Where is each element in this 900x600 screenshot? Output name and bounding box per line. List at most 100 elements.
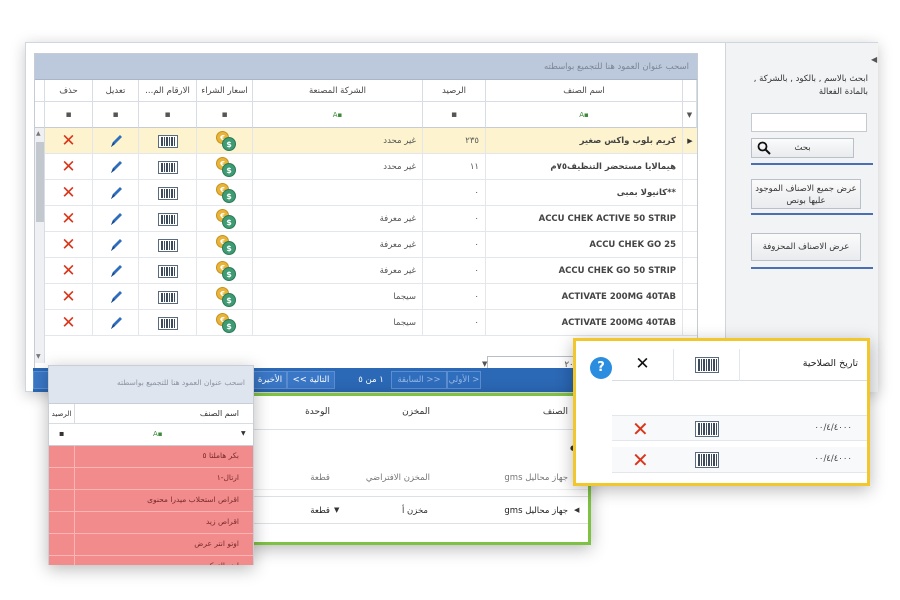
row-item[interactable]: جهاز محاليل gms	[468, 506, 568, 516]
table-row[interactable]: **كانيولا بمبى ٠ € $ ✕	[35, 180, 697, 206]
edit-pencil-icon[interactable]	[109, 211, 123, 227]
edit-pencil-icon[interactable]	[109, 237, 123, 253]
barcodes-cell[interactable]	[139, 128, 197, 154]
table-row[interactable]: ACTIVATE 200MG 40TAB ٠ سيجما € $ ✕	[35, 310, 697, 336]
barcode-icon[interactable]	[158, 317, 178, 330]
pager-last-button[interactable]: الأخيرة	[253, 371, 287, 389]
filter-buy-prices[interactable]: ▪	[197, 102, 253, 128]
edit-cell[interactable]	[93, 206, 139, 232]
delete-icon[interactable]: ✕	[45, 310, 93, 336]
group-by-panel[interactable]: اسحب عنوان العمود هنا للتجميع بواسطته	[35, 54, 697, 80]
pager-next-button[interactable]: التالية >>	[287, 371, 335, 389]
search-input[interactable]	[751, 113, 867, 132]
filter-delete[interactable]: ▪	[45, 102, 93, 128]
pink-filter-row[interactable]: ▪ A▪ ▼	[49, 424, 253, 446]
barcodes-cell[interactable]	[139, 284, 197, 310]
coins-icon[interactable]: € $	[216, 131, 236, 151]
filter-balance[interactable]: ▪	[423, 102, 486, 128]
delete-icon[interactable]: ✕	[45, 180, 93, 206]
edit-cell[interactable]	[93, 154, 139, 180]
col-header-name[interactable]: اسم الصنف	[486, 80, 683, 102]
filter-toggle-icon[interactable]: ▼	[683, 102, 697, 128]
edit-cell[interactable]	[93, 284, 139, 310]
edit-pencil-icon[interactable]	[109, 133, 123, 149]
coins-icon[interactable]: € $	[216, 261, 236, 281]
filter-company[interactable]: A▪	[253, 102, 423, 128]
table-row[interactable]: ACCU CHEK ACTIVE 50 STRIP ٠ غير معرفة € $ ✕	[35, 206, 697, 232]
collapse-panel-icon[interactable]: ◀	[871, 55, 877, 64]
buy-prices-cell[interactable]: € $	[197, 128, 253, 154]
barcode-icon[interactable]	[158, 291, 178, 304]
table-row[interactable]: هيمالايا مستحضر التنظيف٧٥م ١١ غير محدد € $ ✕	[35, 154, 697, 180]
item-name[interactable]: ACCU CHEK GO 50 STRIP	[486, 258, 683, 284]
edit-pencil-icon[interactable]	[109, 159, 123, 175]
row-unit[interactable]: قطعة	[280, 506, 330, 516]
scrollbar-thumb[interactable]	[36, 142, 44, 222]
col-header-balance[interactable]: الرصيد	[49, 404, 75, 424]
item-name[interactable]: اونو التمكين	[79, 561, 239, 565]
barcodes-cell[interactable]	[139, 180, 197, 206]
filter-barcodes[interactable]: ▪	[139, 102, 197, 128]
show-deleted-items-button[interactable]: عرض الاصناف المحزوفة	[751, 233, 861, 261]
item-name[interactable]: ACTIVATE 200MG 40TAB	[486, 310, 683, 336]
chevron-down-icon[interactable]: ▼	[482, 360, 487, 368]
barcode-icon[interactable]	[158, 187, 178, 200]
expiry-row[interactable]: ✕ ٠٠/٤/٤٠٠٠	[612, 415, 867, 441]
list-item[interactable]: بكر هاملتا ٥	[49, 446, 253, 468]
buy-prices-cell[interactable]: € $	[197, 310, 253, 336]
buy-prices-cell[interactable]: € $	[197, 232, 253, 258]
pager-prev-button[interactable]: << السابقة	[391, 371, 447, 389]
coins-icon[interactable]: € $	[216, 313, 236, 333]
item-name[interactable]: ارتال-١	[79, 473, 239, 482]
barcode-icon[interactable]	[158, 213, 178, 226]
show-bonus-items-button[interactable]: عرض جميع الاصناف الموجود عليها بونص	[751, 179, 861, 209]
delete-icon[interactable]: ✕	[45, 232, 93, 258]
edit-cell[interactable]	[93, 180, 139, 206]
delete-icon[interactable]: ✕	[45, 128, 93, 154]
buy-prices-cell[interactable]: € $	[197, 258, 253, 284]
table-row[interactable]: ACCU CHEK GO 25 ٠ غير معرفة € $ ✕	[35, 232, 697, 258]
barcodes-cell[interactable]	[139, 232, 197, 258]
item-name[interactable]: اوتو انتر عرض	[79, 539, 239, 548]
delete-icon[interactable]: ✕	[45, 284, 93, 310]
table-row[interactable]: ▶ كريم بلوب واكس صغير ٢٣٥ غير محدد € $ ✕	[35, 128, 697, 154]
list-item[interactable]: اوتو انتر عرض	[49, 534, 253, 556]
coins-icon[interactable]: € $	[216, 287, 236, 307]
barcodes-cell[interactable]	[139, 154, 197, 180]
delete-icon[interactable]: ✕	[45, 258, 93, 284]
barcode-icon[interactable]	[158, 135, 178, 148]
list-item[interactable]: اونو التمكين	[49, 556, 253, 565]
item-name[interactable]: هيمالايا مستحضر التنظيف٧٥م	[486, 154, 683, 180]
edit-pencil-icon[interactable]	[109, 263, 123, 279]
barcode-icon[interactable]	[695, 452, 719, 468]
col-header-balance[interactable]: الرصيد	[423, 80, 486, 102]
scroll-down-icon[interactable]: ▼	[36, 353, 41, 360]
table-row[interactable]: ACCU CHEK GO 50 STRIP ٠ غير معرفة € $ ✕	[35, 258, 697, 284]
col-header-edit[interactable]: تعديل	[93, 80, 139, 102]
edit-pencil-icon[interactable]	[109, 289, 123, 305]
list-item[interactable]: ارتال-١	[49, 468, 253, 490]
barcode-icon[interactable]	[158, 161, 178, 174]
item-name[interactable]: بكر هاملتا ٥	[79, 451, 239, 460]
edit-pencil-icon[interactable]	[109, 315, 123, 331]
barcode-icon[interactable]	[158, 239, 178, 252]
barcodes-cell[interactable]	[139, 258, 197, 284]
edit-cell[interactable]	[93, 232, 139, 258]
delete-icon[interactable]: ✕	[45, 154, 93, 180]
delete-icon[interactable]: ✕	[632, 447, 649, 473]
coins-icon[interactable]: € $	[216, 157, 236, 177]
expiry-row[interactable]: ✕ ٠٠/٤/٤٠٠٠	[612, 447, 867, 473]
item-name[interactable]: كريم بلوب واكس صغير	[486, 128, 683, 154]
item-name[interactable]: اقراص زيد	[79, 517, 239, 526]
close-icon[interactable]: ✕	[612, 349, 674, 381]
scroll-up-icon[interactable]: ▲	[36, 130, 41, 137]
item-name[interactable]: ACTIVATE 200MG 40TAB	[486, 284, 683, 310]
filter-edit[interactable]: ▪	[93, 102, 139, 128]
col-header-name[interactable]: اسم الصنف	[75, 404, 253, 424]
store-grid-row[interactable]: ◀ جهاز محاليل gms مخزن أ ▼ قطعة	[250, 496, 588, 524]
item-name[interactable]: اقراص استحلاب ميدرا محنوى	[79, 495, 239, 504]
buy-prices-cell[interactable]: € $	[197, 284, 253, 310]
barcodes-cell[interactable]	[139, 206, 197, 232]
col-header-delete[interactable]: حذف	[45, 80, 93, 102]
search-button[interactable]: بحث	[751, 138, 854, 158]
